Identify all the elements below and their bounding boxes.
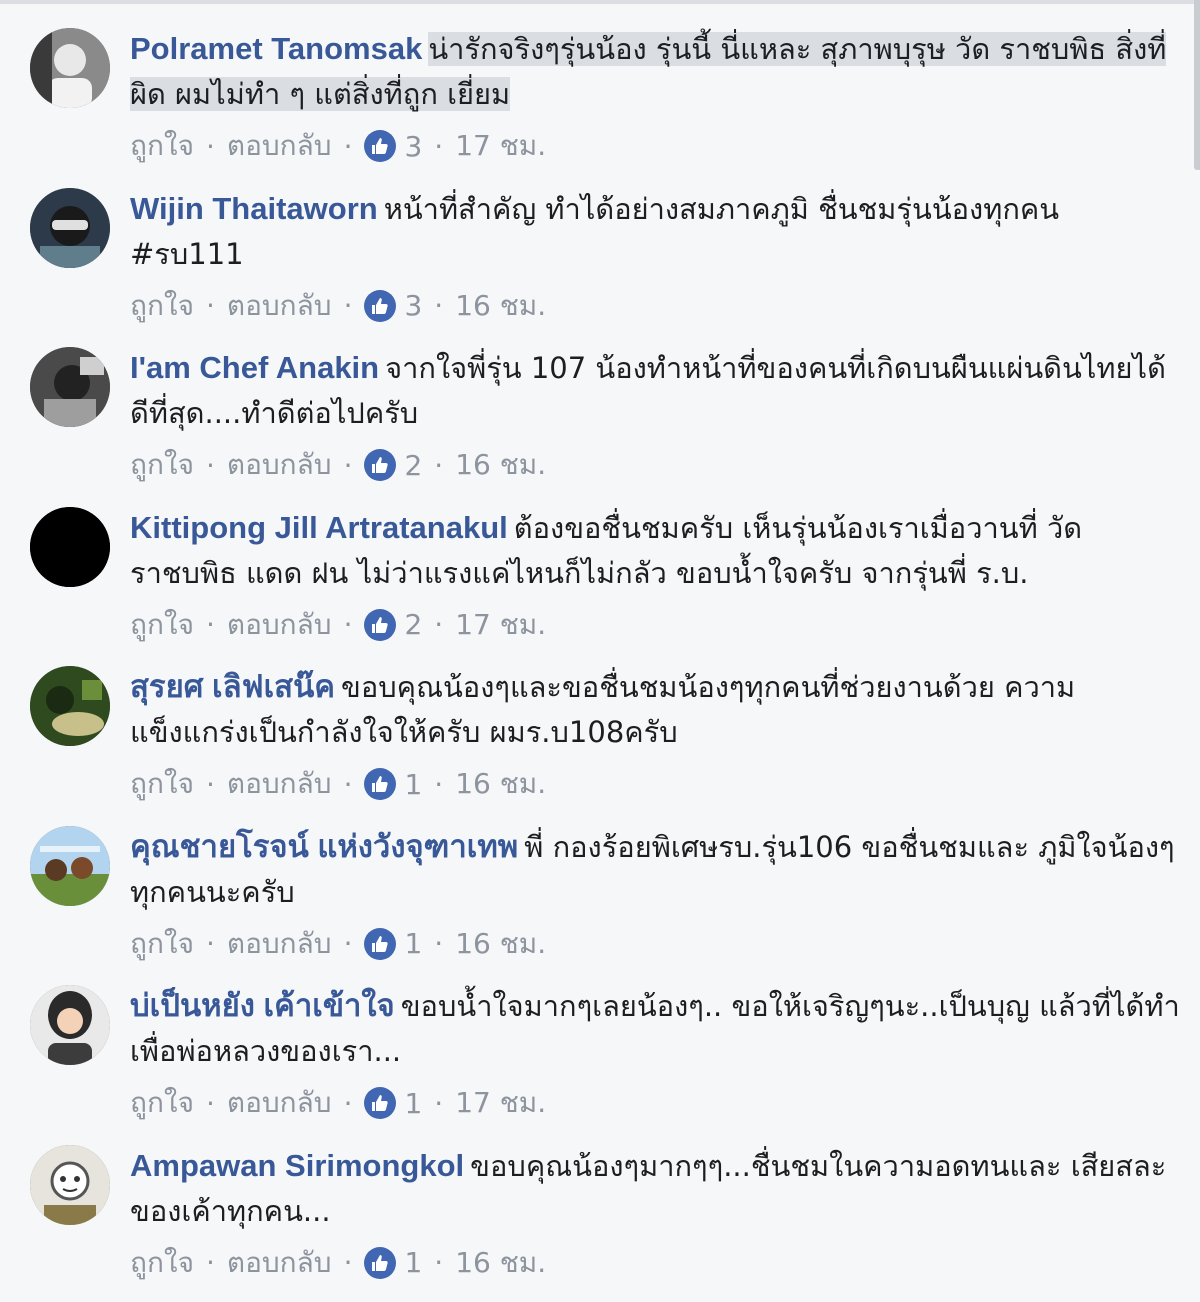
- reply-link[interactable]: ตอบกลับ: [227, 443, 332, 487]
- separator: ·: [344, 289, 353, 322]
- separator: ·: [344, 130, 353, 163]
- comment: คุณชายโรจน์ แห่งวังจุฑาเทพพี่ กองร้อยพิเ…: [0, 824, 1190, 984]
- reply-link[interactable]: ตอบกลับ: [227, 1241, 332, 1285]
- separator: ·: [434, 289, 443, 322]
- thumbs-up-icon[interactable]: [364, 1087, 396, 1119]
- reaction-count[interactable]: 1: [404, 768, 422, 801]
- avatar[interactable]: [30, 28, 110, 108]
- separator: ·: [206, 449, 215, 482]
- separator: ·: [206, 927, 215, 960]
- separator: ·: [206, 289, 215, 322]
- comment: Ampawan Sirimongkolขอบคุณน้องๆมากๆๆ...ชื…: [0, 1143, 1190, 1302]
- avatar[interactable]: [30, 188, 110, 268]
- separator: ·: [434, 449, 443, 482]
- thumbs-up-icon[interactable]: [364, 1247, 396, 1279]
- reply-link[interactable]: ตอบกลับ: [227, 762, 332, 806]
- comment-timestamp[interactable]: 16 ชม.: [455, 443, 546, 487]
- like-link[interactable]: ถูกใจ: [130, 1081, 194, 1125]
- comment: I'am Chef Anakinจากใจพี่รุ่น 107 น้องทำห…: [0, 345, 1190, 505]
- comment-author[interactable]: Kittipong Jill Artratanakul: [130, 510, 508, 545]
- reply-link[interactable]: ตอบกลับ: [227, 1081, 332, 1125]
- comment-actions: ถูกใจ · ตอบกลับ · 2 · 16 ชม.: [130, 443, 546, 487]
- comment: Wijin Thaitawornหน้าที่สำคัญ ทำได้อย่างส…: [0, 186, 1190, 346]
- thumbs-up-icon[interactable]: [364, 130, 396, 162]
- separator: ·: [434, 1087, 443, 1120]
- reply-link[interactable]: ตอบกลับ: [227, 284, 332, 328]
- comment-author[interactable]: I'am Chef Anakin: [130, 350, 379, 385]
- avatar[interactable]: [30, 507, 110, 587]
- comment-author[interactable]: สุรยศ เลิฟเสน๊ค: [130, 669, 335, 704]
- reply-link[interactable]: ตอบกลับ: [227, 124, 332, 168]
- comment-author[interactable]: บ่เป็นหยัง เค้าเข้าใจ: [130, 988, 395, 1023]
- like-link[interactable]: ถูกใจ: [130, 443, 194, 487]
- reply-link[interactable]: ตอบกลับ: [227, 603, 332, 647]
- comment-timestamp[interactable]: 17 ชม.: [455, 603, 546, 647]
- comment: สุรยศ เลิฟเสน๊คขอบคุณน้องๆและขอชื่นชมน้อ…: [0, 664, 1190, 824]
- avatar[interactable]: [30, 826, 110, 906]
- separator: ·: [344, 1087, 353, 1120]
- reaction-count[interactable]: 1: [404, 927, 422, 960]
- separator: ·: [344, 608, 353, 641]
- thumbs-up-icon[interactable]: [364, 449, 396, 481]
- like-link[interactable]: ถูกใจ: [130, 603, 194, 647]
- avatar[interactable]: [30, 666, 110, 746]
- comment-actions: ถูกใจ · ตอบกลับ · 3 · 16 ชม.: [130, 284, 546, 328]
- separator: ·: [206, 130, 215, 163]
- reaction-count[interactable]: 2: [404, 449, 422, 482]
- like-link[interactable]: ถูกใจ: [130, 1241, 194, 1285]
- comment-actions: ถูกใจ · ตอบกลับ · 1 · 16 ชม.: [130, 762, 546, 806]
- comment-timestamp[interactable]: 16 ชม.: [455, 284, 546, 328]
- like-link[interactable]: ถูกใจ: [130, 922, 194, 966]
- comment-timestamp[interactable]: 16 ชม.: [455, 922, 546, 966]
- separator: ·: [344, 1246, 353, 1279]
- separator: ·: [434, 927, 443, 960]
- separator: ·: [344, 768, 353, 801]
- avatar[interactable]: [30, 1145, 110, 1225]
- separator: ·: [344, 927, 353, 960]
- thumbs-up-icon[interactable]: [364, 768, 396, 800]
- comment-author[interactable]: Ampawan Sirimongkol: [130, 1148, 464, 1183]
- comment: Kittipong Jill Artratanakulต้องขอชื่นชมค…: [0, 505, 1190, 665]
- avatar[interactable]: [30, 347, 110, 427]
- like-link[interactable]: ถูกใจ: [130, 284, 194, 328]
- comment-list: Polramet Tanomsakน่ารักจริงๆรุ่นน้อง รุ่…: [0, 26, 1190, 1302]
- comment-timestamp[interactable]: 17 ชม.: [455, 1081, 546, 1125]
- separator: ·: [434, 130, 443, 163]
- reaction-count[interactable]: 1: [404, 1246, 422, 1279]
- scrollbar[interactable]: [1194, 0, 1200, 170]
- comment-actions: ถูกใจ · ตอบกลับ · 2 · 17 ชม.: [130, 603, 546, 647]
- comment-actions: ถูกใจ · ตอบกลับ · 3 · 17 ชม.: [130, 124, 546, 168]
- comment-author[interactable]: คุณชายโรจน์ แห่งวังจุฑาเทพ: [130, 829, 518, 864]
- comment-actions: ถูกใจ · ตอบกลับ · 1 · 17 ชม.: [130, 1081, 546, 1125]
- like-link[interactable]: ถูกใจ: [130, 762, 194, 806]
- comment-author[interactable]: Wijin Thaitaworn: [130, 191, 378, 226]
- top-border: [0, 0, 1200, 4]
- separator: ·: [344, 449, 353, 482]
- reaction-count[interactable]: 3: [404, 130, 422, 163]
- separator: ·: [206, 1087, 215, 1120]
- separator: ·: [206, 768, 215, 801]
- comment: บ่เป็นหยัง เค้าเข้าใจขอบน้ำใจมากๆเลยน้อง…: [0, 983, 1190, 1143]
- reaction-count[interactable]: 1: [404, 1087, 422, 1120]
- comment-timestamp[interactable]: 16 ชม.: [455, 1241, 546, 1285]
- comment-author[interactable]: Polramet Tanomsak: [130, 31, 422, 66]
- comment-timestamp[interactable]: 17 ชม.: [455, 124, 546, 168]
- separator: ·: [434, 608, 443, 641]
- thumbs-up-icon[interactable]: [364, 928, 396, 960]
- comment-actions: ถูกใจ · ตอบกลับ · 1 · 16 ชม.: [130, 1241, 546, 1285]
- like-link[interactable]: ถูกใจ: [130, 124, 194, 168]
- reaction-count[interactable]: 2: [404, 608, 422, 641]
- comment: Polramet Tanomsakน่ารักจริงๆรุ่นน้อง รุ่…: [0, 26, 1190, 186]
- thumbs-up-icon[interactable]: [364, 290, 396, 322]
- separator: ·: [206, 1246, 215, 1279]
- separator: ·: [434, 1246, 443, 1279]
- reply-link[interactable]: ตอบกลับ: [227, 922, 332, 966]
- comment-timestamp[interactable]: 16 ชม.: [455, 762, 546, 806]
- separator: ·: [434, 768, 443, 801]
- reaction-count[interactable]: 3: [404, 289, 422, 322]
- thumbs-up-icon[interactable]: [364, 609, 396, 641]
- separator: ·: [206, 608, 215, 641]
- avatar[interactable]: [30, 985, 110, 1065]
- comment-actions: ถูกใจ · ตอบกลับ · 1 · 16 ชม.: [130, 922, 546, 966]
